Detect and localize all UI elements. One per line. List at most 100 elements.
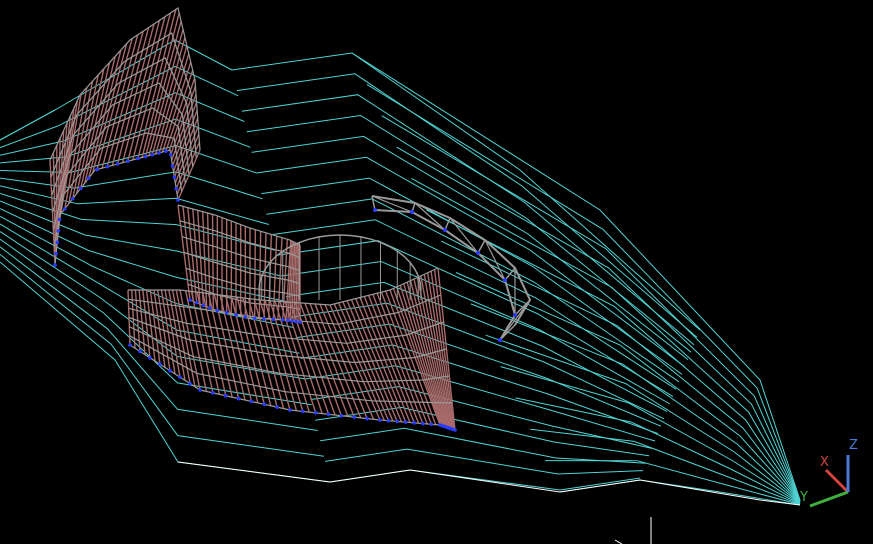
support-node bbox=[201, 303, 206, 308]
support-node bbox=[476, 251, 480, 255]
contour-line bbox=[366, 83, 801, 501]
support-node bbox=[194, 300, 199, 305]
support-node bbox=[290, 319, 294, 323]
ucs-x-label: X bbox=[820, 455, 829, 470]
support-node bbox=[275, 405, 279, 409]
support-node bbox=[395, 419, 399, 424]
support-node bbox=[128, 343, 132, 347]
support-node bbox=[421, 421, 425, 426]
contour-line bbox=[0, 185, 269, 225]
support-node bbox=[386, 418, 391, 423]
contour-line bbox=[305, 365, 656, 442]
contour-line bbox=[559, 479, 801, 506]
model-scene[interactable]: X Y Z bbox=[0, 0, 873, 544]
contour-line bbox=[455, 272, 801, 503]
support-node bbox=[215, 308, 220, 313]
contour-line bbox=[241, 94, 695, 346]
support-node bbox=[326, 412, 331, 417]
support-node bbox=[513, 313, 517, 317]
support-node bbox=[188, 298, 192, 302]
support-node bbox=[105, 164, 110, 169]
support-node bbox=[298, 320, 302, 324]
support-node bbox=[168, 368, 172, 373]
arc-web bbox=[477, 239, 486, 254]
support-node bbox=[188, 381, 192, 386]
support-node bbox=[143, 154, 148, 159]
support-node bbox=[56, 229, 61, 233]
contour-line bbox=[0, 118, 251, 164]
support-node bbox=[224, 310, 229, 315]
support-node bbox=[403, 420, 408, 424]
support-node bbox=[252, 316, 257, 321]
support-node bbox=[234, 313, 238, 317]
support-node bbox=[280, 318, 285, 322]
support-node bbox=[410, 210, 414, 214]
terrain-contours bbox=[0, 39, 801, 506]
support-node bbox=[62, 207, 67, 211]
support-node bbox=[443, 228, 447, 232]
support-node bbox=[352, 415, 357, 419]
structure-left-sail bbox=[49, 7, 201, 266]
support-node bbox=[208, 306, 212, 310]
ucs-x-axis bbox=[824, 468, 850, 494]
support-node bbox=[174, 186, 178, 191]
support-node bbox=[148, 356, 152, 360]
ucs-z-label: Z bbox=[849, 438, 858, 453]
support-node bbox=[262, 317, 266, 321]
support-node bbox=[243, 315, 248, 319]
support-node bbox=[78, 186, 83, 191]
support-node bbox=[176, 198, 180, 202]
support-node bbox=[223, 393, 228, 398]
support-node bbox=[339, 413, 344, 418]
model-viewport[interactable]: X Y Z bbox=[0, 0, 873, 544]
ucs-axis-icon[interactable]: X Y Z bbox=[799, 438, 858, 508]
support-node bbox=[262, 402, 267, 407]
contour-line bbox=[236, 73, 698, 338]
support-node bbox=[95, 167, 99, 172]
support-node bbox=[503, 278, 507, 282]
support-node bbox=[70, 196, 75, 201]
support-node bbox=[453, 428, 457, 432]
support-node bbox=[429, 422, 434, 427]
support-node bbox=[168, 152, 173, 157]
support-node bbox=[301, 409, 305, 414]
contour-line bbox=[411, 177, 801, 502]
contour-line bbox=[256, 156, 686, 368]
support-node bbox=[158, 362, 162, 367]
terrain-edge-line bbox=[0, 109, 56, 141]
support-node bbox=[378, 418, 382, 422]
contour-line bbox=[320, 427, 647, 464]
support-node bbox=[164, 149, 168, 153]
ucs-y-label: Y bbox=[799, 490, 808, 505]
support-node bbox=[57, 217, 62, 222]
support-node bbox=[178, 375, 182, 379]
ucs-y-axis bbox=[809, 490, 849, 508]
support-node bbox=[294, 319, 298, 324]
support-node bbox=[172, 175, 177, 180]
support-node bbox=[150, 152, 155, 157]
support-node bbox=[138, 349, 142, 354]
support-node bbox=[271, 317, 276, 322]
cursor-fragment bbox=[614, 539, 623, 544]
support-node bbox=[373, 208, 377, 212]
support-node bbox=[211, 391, 215, 395]
contour-line bbox=[300, 344, 659, 435]
support-node bbox=[125, 159, 130, 164]
arc-web bbox=[371, 195, 376, 211]
support-node bbox=[170, 164, 175, 168]
support-node bbox=[115, 162, 120, 166]
support-node bbox=[136, 156, 140, 161]
contour-line bbox=[440, 240, 801, 503]
support-node bbox=[198, 388, 202, 392]
support-node bbox=[249, 399, 254, 404]
contour-line bbox=[500, 366, 801, 505]
support-node bbox=[498, 338, 502, 342]
support-node bbox=[86, 176, 91, 180]
support-node bbox=[286, 318, 290, 323]
support-node bbox=[313, 411, 318, 415]
support-node bbox=[54, 251, 58, 256]
support-node bbox=[365, 416, 369, 421]
support-node bbox=[412, 421, 417, 425]
support-node bbox=[157, 151, 161, 155]
contour-line bbox=[325, 448, 644, 475]
